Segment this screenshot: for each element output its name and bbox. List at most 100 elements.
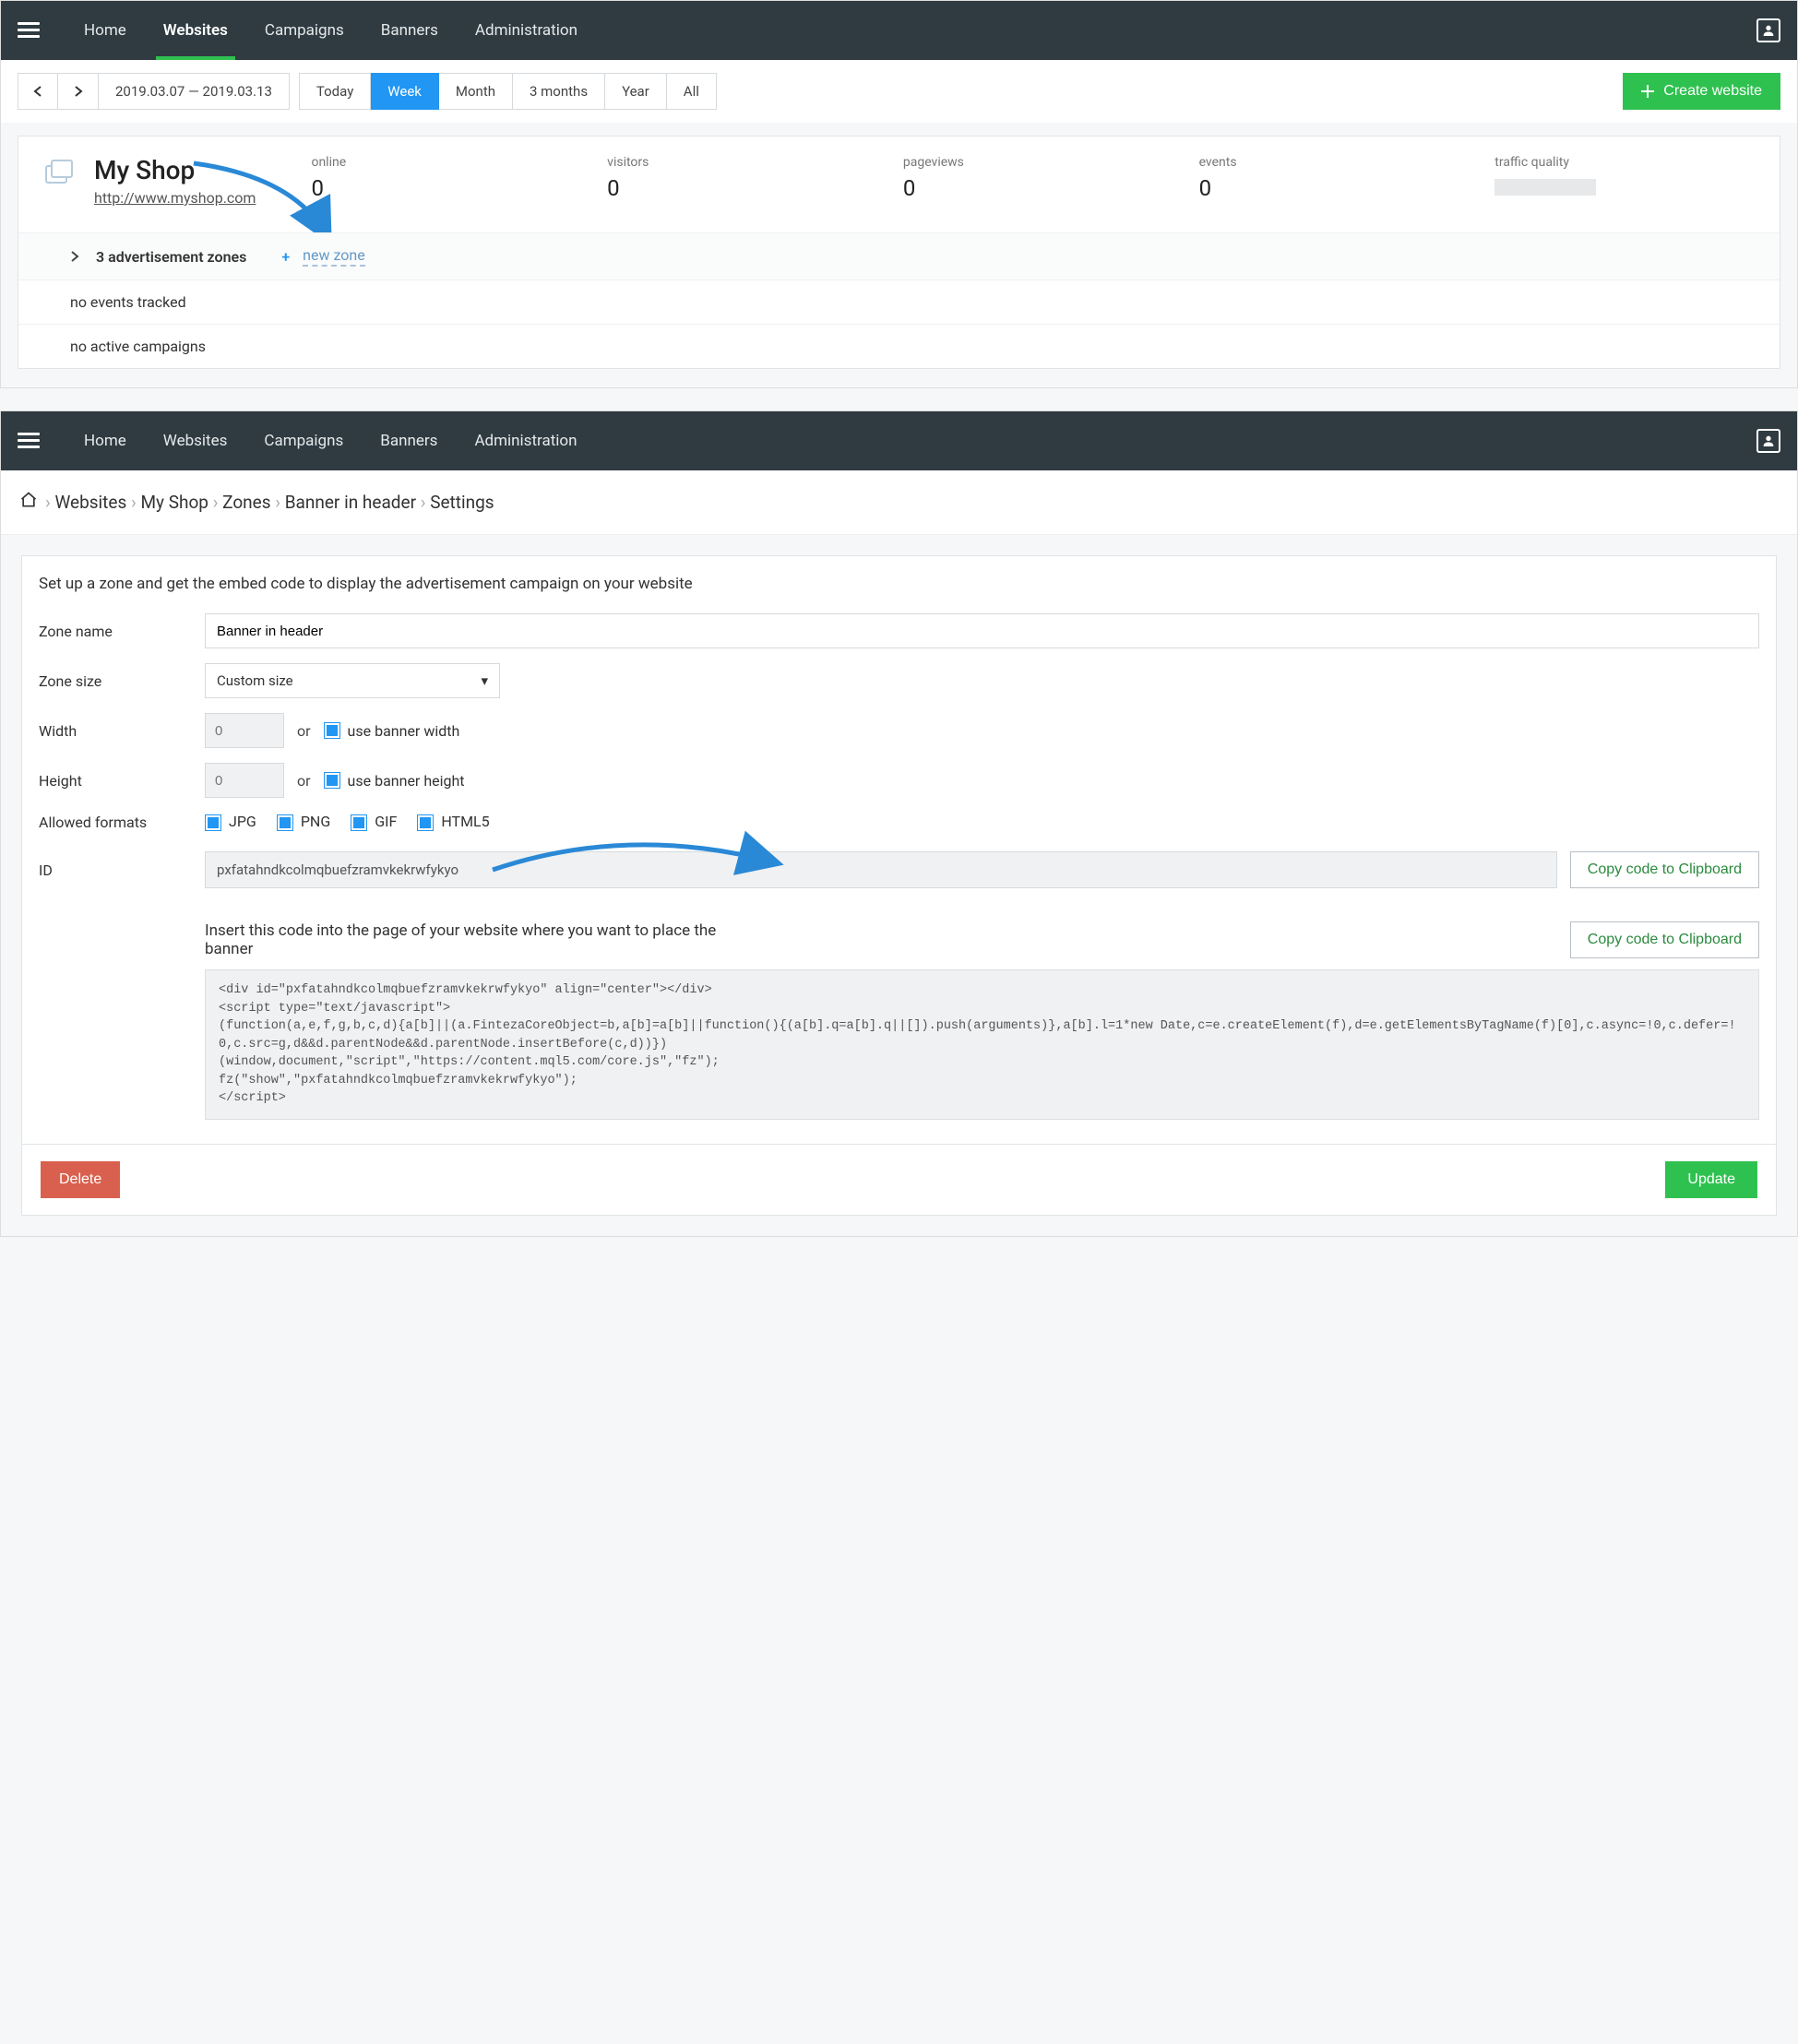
website-card: My Shop http://www.myshop.com online0vis… [18,136,1780,369]
stat-traffic-quality: traffic quality [1494,155,1754,207]
zone-name-input[interactable] [205,613,1759,648]
format-label: GIF [375,813,397,830]
prev-icon[interactable] [18,73,58,110]
range-week[interactable]: Week [371,73,439,110]
checkbox-icon[interactable] [205,814,221,831]
new-zone-link[interactable]: new zone [303,246,365,267]
zones-label: 3 advertisement zones [96,248,246,266]
top-nav: HomeWebsitesCampaignsBannersAdministrati… [1,411,1797,470]
or-label: or [297,772,311,790]
stat-value: 0 [1199,175,1459,201]
zone-name-label: Zone name [39,623,205,640]
range-group: TodayWeekMonth3 monthsYearAll [299,73,717,110]
range-all[interactable]: All [667,73,717,110]
update-button[interactable]: Update [1665,1161,1757,1198]
nav-item-campaigns[interactable]: Campaigns [246,1,363,60]
use-banner-height-checkbox[interactable] [324,772,340,789]
nav-items: HomeWebsitesCampaignsBannersAdministrati… [65,411,1756,470]
range-month[interactable]: Month [439,73,513,110]
height-label: Height [39,772,205,790]
use-banner-width-label: use banner width [348,722,460,740]
width-input[interactable] [205,713,284,748]
zone-settings-screenshot: HomeWebsitesCampaignsBannersAdministrati… [0,410,1798,1237]
user-icon[interactable] [1756,18,1780,42]
nav-item-banners[interactable]: Banners [362,411,456,470]
insert-instructions: Insert this code into the page of your w… [205,921,740,958]
checkbox-icon[interactable] [417,814,434,831]
nav-item-websites[interactable]: Websites [145,411,246,470]
menu-icon[interactable] [18,433,40,449]
nav-item-administration[interactable]: Administration [456,411,595,470]
range-today[interactable]: Today [299,73,371,110]
format-label: HTML5 [441,813,489,830]
zone-size-select[interactable]: Custom size ▾ [205,663,500,698]
nav-item-banners[interactable]: Banners [363,1,457,60]
embed-code[interactable]: <div id="pxfatahndkcolmqbuefzramvkekrwfy… [205,969,1759,1120]
use-banner-width-checkbox[interactable] [324,722,340,739]
breadcrumb: › Websites › My Shop › Zones › Banner in… [1,470,1797,535]
delete-button[interactable]: Delete [41,1161,120,1198]
zone-settings-form: Set up a zone and get the embed code to … [21,555,1777,1216]
zones-row[interactable]: 3 advertisement zones + new zone [18,232,1780,279]
stat-online: online0 [311,155,570,207]
site-name: My Shop [94,155,256,185]
plus-icon[interactable]: + [281,248,290,266]
stat-label: traffic quality [1494,155,1754,170]
format-png[interactable]: PNG [277,813,330,831]
chevron-down-icon: ▾ [481,672,488,689]
stat-label: online [311,155,570,170]
nav-item-websites[interactable]: Websites [145,1,246,60]
breadcrumb-sep: › [275,492,280,513]
range-year[interactable]: Year [605,73,667,110]
checkbox-icon[interactable] [351,814,367,831]
date-range[interactable]: 2019.03.07 — 2019.03.13 [99,73,290,110]
breadcrumb-item[interactable]: Websites [54,492,126,513]
nav-item-home[interactable]: Home [65,1,145,60]
next-icon[interactable] [58,73,99,110]
nav-item-administration[interactable]: Administration [457,1,596,60]
stat-events: events 0 [1199,155,1459,207]
nav-item-home[interactable]: Home [65,411,145,470]
breadcrumb-sep: › [421,492,426,513]
form-footer: Delete Update [22,1144,1776,1215]
format-html5[interactable]: HTML5 [417,813,489,831]
id-field: pxfatahndkcolmqbuefzramvkekrwfykyo [205,851,1557,888]
stat-value: 0 [903,175,1162,201]
id-label: ID [39,862,205,879]
zone-size-label: Zone size [39,672,205,690]
stat-label: events [1199,155,1459,170]
user-icon[interactable] [1756,429,1780,453]
top-nav: HomeWebsitesCampaignsBannersAdministrati… [1,1,1797,60]
height-input[interactable] [205,763,284,798]
stat-label: pageviews [903,155,1162,170]
websites-overview-screenshot: HomeWebsitesCampaignsBannersAdministrati… [0,0,1798,388]
stat-pageviews: pageviews 0 [903,155,1162,207]
stat-label: visitors [607,155,866,170]
format-gif[interactable]: GIF [351,813,397,831]
breadcrumb-item[interactable]: Banner in header [285,492,416,513]
breadcrumb-item[interactable]: My Shop [140,492,208,513]
breadcrumb-item: Settings [430,492,494,513]
nav-item-campaigns[interactable]: Campaigns [245,411,362,470]
format-jpg[interactable]: JPG [205,813,256,831]
stat-value: 0 [607,175,866,201]
breadcrumb-sep: › [45,492,51,513]
allowed-formats-label: Allowed formats [39,814,205,831]
date-pager [18,73,99,110]
create-website-button[interactable]: Create website [1623,73,1780,110]
date-toolbar: 2019.03.07 — 2019.03.13 TodayWeekMonth3 … [1,60,1797,123]
chevron-right-icon [70,248,79,266]
breadcrumb-sep: › [131,492,137,513]
width-label: Width [39,722,205,740]
copy-code-button[interactable]: Copy code to Clipboard [1570,921,1759,958]
format-label: PNG [301,813,330,830]
home-icon[interactable] [19,491,38,514]
site-url[interactable]: http://www.myshop.com [94,189,256,207]
range-3-months[interactable]: 3 months [513,73,605,110]
form-intro: Set up a zone and get the embed code to … [39,575,1759,593]
menu-icon[interactable] [18,22,40,39]
no-events-row: no events tracked [18,279,1780,324]
copy-id-button[interactable]: Copy code to Clipboard [1570,851,1759,888]
breadcrumb-item[interactable]: Zones [222,492,270,513]
checkbox-icon[interactable] [277,814,293,831]
